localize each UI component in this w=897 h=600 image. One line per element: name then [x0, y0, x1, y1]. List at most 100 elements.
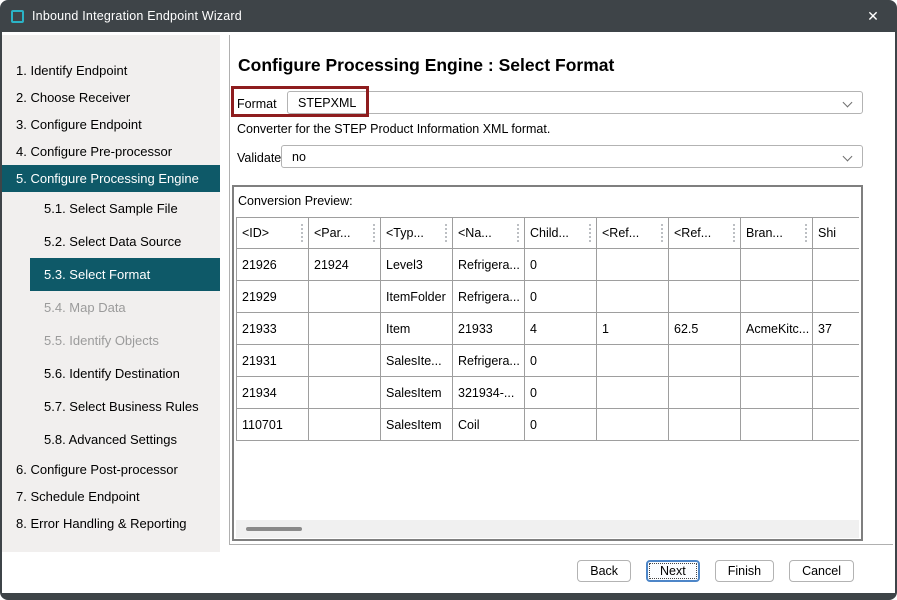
preview-table-header-row: <ID><Par... <Typ... <Na...Child... <Ref... <… — [237, 218, 860, 249]
dialog-body: 1. Identify Endpoint2. Choose Receiver3.… — [2, 32, 895, 593]
preview-table-body: 2192621924Level3Refrigera...021929 ItemFo… — [237, 249, 860, 441]
table-cell — [669, 409, 741, 441]
sidebar-item[interactable]: 4. Configure Pre-processor — [2, 138, 220, 165]
column-menu-icon[interactable] — [661, 224, 663, 242]
column-header-label: <Typ... — [386, 226, 424, 240]
column-header[interactable]: Shi — [813, 218, 860, 249]
table-cell: Refrigera... — [453, 281, 525, 313]
table-cell: Item — [381, 313, 453, 345]
table-cell — [669, 345, 741, 377]
validate-selected-value: no — [292, 150, 306, 164]
table-cell — [741, 249, 813, 281]
table-cell: 62.5 — [669, 313, 741, 345]
column-header-label: <Ref... — [602, 226, 639, 240]
sidebar-item[interactable]: 5.8. Advanced Settings — [30, 423, 220, 456]
wizard-steps-sidebar: 1. Identify Endpoint2. Choose Receiver3.… — [2, 35, 220, 552]
table-cell: Level3 — [381, 249, 453, 281]
table-row[interactable]: 21933Item219334162.5AcmeKitc...37 — [237, 313, 860, 345]
table-row[interactable]: 21929ItemFolderRefrigera...0 — [237, 281, 860, 313]
page-title: Configure Processing Engine : Select For… — [238, 55, 614, 76]
sidebar-item[interactable]: 5.1. Select Sample File — [30, 192, 220, 225]
table-cell: Coil — [453, 409, 525, 441]
column-header-label: <Ref... — [674, 226, 711, 240]
table-cell: 21933 — [453, 313, 525, 345]
cancel-button[interactable]: Cancel — [789, 560, 854, 582]
table-cell — [309, 409, 381, 441]
table-row[interactable]: 110701SalesItemCoil0 — [237, 409, 860, 441]
table-cell: 0 — [525, 249, 597, 281]
format-select[interactable]: STEPXML — [287, 91, 863, 114]
table-cell: 21926 — [237, 249, 309, 281]
table-cell: SalesItem — [381, 409, 453, 441]
table-cell: 1 — [597, 313, 669, 345]
sidebar-item[interactable]: 8. Error Handling & Reporting — [2, 510, 220, 537]
table-cell — [597, 345, 669, 377]
table-cell: 21934 — [237, 377, 309, 409]
title-bar[interactable]: Inbound Integration Endpoint Wizard ✕ — [0, 0, 897, 32]
table-cell — [597, 409, 669, 441]
column-header[interactable]: <Par... — [309, 218, 381, 249]
column-header[interactable]: Child... — [525, 218, 597, 249]
preview-table-viewport[interactable]: <ID><Par... <Typ... <Na...Child... <Ref... <… — [236, 217, 859, 444]
table-cell — [741, 409, 813, 441]
column-menu-icon[interactable] — [589, 224, 591, 242]
sidebar-item[interactable]: 1. Identify Endpoint — [2, 57, 220, 84]
sidebar-item[interactable]: 7. Schedule Endpoint — [2, 483, 220, 510]
column-header[interactable]: <Ref... — [597, 218, 669, 249]
table-cell: 0 — [525, 409, 597, 441]
table-cell — [741, 377, 813, 409]
sidebar-item[interactable]: 5.7. Select Business Rules — [30, 390, 220, 423]
footer-button-bar: Back Next Finish Cancel — [577, 560, 854, 582]
column-menu-icon[interactable] — [517, 224, 519, 242]
table-cell: 21929 — [237, 281, 309, 313]
table-cell: SalesItem — [381, 377, 453, 409]
validate-select[interactable]: no — [281, 145, 863, 168]
column-menu-icon[interactable] — [373, 224, 375, 242]
column-menu-icon[interactable] — [733, 224, 735, 242]
table-cell: 0 — [525, 345, 597, 377]
sidebar-item[interactable]: 3. Configure Endpoint — [2, 111, 220, 138]
table-cell — [669, 377, 741, 409]
table-row[interactable]: 2192621924Level3Refrigera...0 — [237, 249, 860, 281]
column-header[interactable]: <Typ... — [381, 218, 453, 249]
sidebar-item: 5.5. Identify Objects — [30, 324, 220, 357]
table-cell: 321934-... — [453, 377, 525, 409]
table-row[interactable]: 21934SalesItem321934-...0 — [237, 377, 860, 409]
table-cell — [309, 313, 381, 345]
table-cell: AcmeKitc... — [741, 313, 813, 345]
validate-label: Validate — [237, 151, 281, 165]
table-cell — [669, 281, 741, 313]
table-cell: 37 — [813, 313, 860, 345]
column-header-label: Bran... — [746, 226, 783, 240]
close-icon[interactable]: ✕ — [862, 6, 884, 26]
column-header[interactable]: <ID> — [237, 218, 309, 249]
back-button[interactable]: Back — [577, 560, 631, 582]
chevron-down-icon — [843, 98, 853, 108]
column-header[interactable]: <Na... — [453, 218, 525, 249]
table-cell: ItemFolder — [381, 281, 453, 313]
table-row[interactable]: 21931SalesIte...Refrigera...0 — [237, 345, 860, 377]
table-cell — [309, 345, 381, 377]
finish-button[interactable]: Finish — [715, 560, 774, 582]
table-cell — [813, 345, 860, 377]
scrollbar-thumb[interactable] — [246, 527, 302, 531]
column-header[interactable]: <Ref... — [669, 218, 741, 249]
wizard-window: Inbound Integration Endpoint Wizard ✕ 1.… — [0, 0, 897, 600]
sidebar-item[interactable]: 6. Configure Post-processor — [2, 456, 220, 483]
table-cell — [597, 281, 669, 313]
sidebar-item[interactable]: 5.3. Select Format — [30, 258, 220, 291]
column-menu-icon[interactable] — [301, 224, 303, 242]
sidebar-item[interactable]: 5.2. Select Data Source — [30, 225, 220, 258]
sidebar-item[interactable]: 5.6. Identify Destination — [30, 357, 220, 390]
column-header-label: Shi — [818, 226, 836, 240]
column-menu-icon[interactable] — [445, 224, 447, 242]
sidebar-item[interactable]: 5. Configure Processing Engine — [2, 165, 220, 192]
column-menu-icon[interactable] — [805, 224, 807, 242]
table-cell: 21931 — [237, 345, 309, 377]
table-cell — [669, 249, 741, 281]
next-button[interactable]: Next — [646, 560, 700, 582]
table-cell: Refrigera... — [453, 249, 525, 281]
column-header[interactable]: Bran... — [741, 218, 813, 249]
horizontal-scrollbar[interactable] — [236, 520, 859, 538]
sidebar-item[interactable]: 2. Choose Receiver — [2, 84, 220, 111]
